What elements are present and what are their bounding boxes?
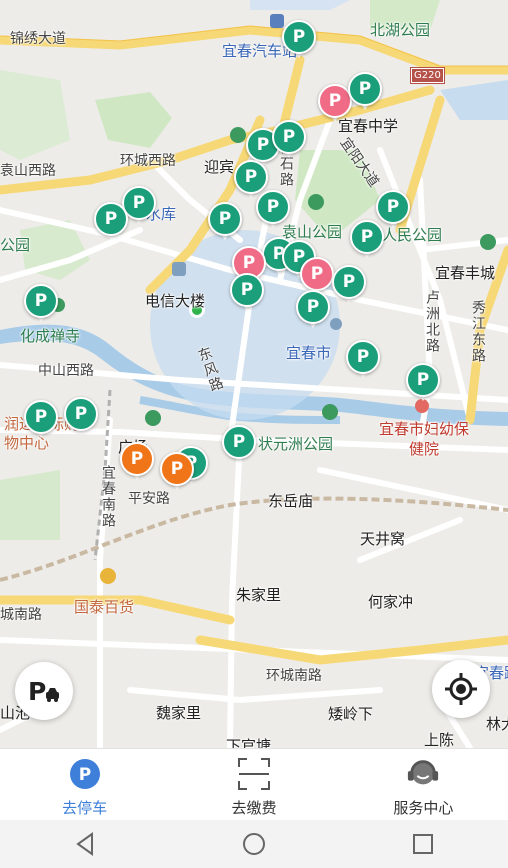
tab-go-parking[interactable]: P 去停车 [0,749,169,820]
label-jinxiu-avenue: 锦绣大道 [10,31,66,47]
parking-marker-green[interactable]: P [348,72,382,112]
tab-service-center[interactable]: 服务中心 [339,749,508,820]
parking-marker-green[interactable]: P [272,120,306,160]
parking-marker-label: P [94,202,128,236]
tab-label: 去缴费 [231,799,277,817]
label-chengnan-rd: 城南路 [0,607,42,623]
parking-marker-label: P [64,397,98,431]
parking-marker-green[interactable]: P [94,202,128,242]
system-nav-bar [0,820,508,868]
label-yingbin: 迎宾 [204,158,235,176]
parking-marker-pink[interactable]: P [318,84,352,124]
parking-marker-green[interactable]: P [350,220,384,260]
label-shangchen: 上陈 [424,731,455,748]
parking-marker-label: P [208,202,242,236]
parking-marker-green[interactable]: P [346,340,380,380]
parking-marker-label: P [282,20,316,54]
label-linda: 林大 [486,715,508,733]
bottom-tab-bar: P 去停车 去缴费 服务中心 [0,748,508,820]
parking-marker-label: P [256,190,290,224]
parking-marker-label: P [332,265,366,299]
parking-marker-green[interactable]: P [332,265,366,305]
label-huancheng-south-rd: 环城南路 [266,668,322,684]
label-xiujiang-east-rd: 秀江东路 [470,300,486,364]
home-circle-icon [242,833,265,855]
nav-home-button[interactable] [224,824,284,864]
parking-marker-label: P [296,290,330,324]
label-park-left: 公园 [0,236,31,254]
svg-text:P: P [78,765,90,785]
label-hejiachong: 何家冲 [368,593,414,611]
label-zhuangyuanzhou-park: 状元洲公园 [258,435,334,453]
parking-marker-green[interactable]: P [24,400,58,440]
parking-marker-label: P [406,363,440,397]
parking-marker-label: P [272,120,306,154]
parking-marker-label: P [376,190,410,224]
label-guotai-store: 国泰百货 [74,598,135,616]
label-luzhou-north-rd: 卢洲北路 [424,290,440,354]
back-triangle-icon [75,832,93,856]
parking-marker-green[interactable]: P [296,290,330,330]
recents-square-icon [413,834,434,854]
label-tianjingwo: 天井窝 [360,530,406,548]
parking-marker-label: P [350,220,384,254]
svg-text:P: P [28,677,46,706]
headset-icon [406,757,440,791]
parking-marker-label: P [120,442,154,476]
label-ailingxia: 矮岭下 [328,705,374,723]
label-maternal-hospital: 宜春市妇幼保健院 [378,420,469,458]
parking-marker-label: P [318,84,352,118]
parking-marker-label: P [346,340,380,374]
label-beihu-park: 北湖公园 [370,21,431,39]
label-yichun-south-rd: 宜春南路 [100,465,116,529]
scan-icon [237,757,271,791]
parking-car-icon: P [28,677,59,706]
parking-marker-label: P [348,72,382,106]
parking-marker-green[interactable]: P [230,273,264,313]
parking-marker-green[interactable]: P [406,363,440,403]
parking-marker-label: P [24,400,58,434]
label-zhongshan-west-rd: 中山西路 [38,363,94,379]
parking-marker-label: P [234,160,268,194]
map-view[interactable]: 锦绣大道 宜春汽车站 北湖公园 G220 宜春中学 袁山西路 环城西路 迎宾 水… [0,0,508,748]
parking-marker-label: P [300,257,334,291]
tab-go-pay[interactable]: 去缴费 [169,749,338,820]
parking-marker-green[interactable]: P [208,202,242,242]
parking-icon: P [68,757,102,791]
nav-recents-button[interactable] [393,824,453,864]
label-g220: G220 [410,67,445,84]
locate-crosshair-icon [445,673,477,705]
parking-mode-button[interactable]: P [15,662,73,720]
parking-marker-label: P [160,452,194,486]
parking-marker-green[interactable]: P [282,20,316,60]
nav-back-button[interactable] [55,824,115,864]
label-zhujiali: 朱家里 [236,586,282,604]
label-huacheng-temple: 化成禅寺 [20,327,81,345]
tab-label: 去停车 [62,799,108,817]
tab-label: 服务中心 [393,799,454,817]
label-xiagongtang: 下官塘 [226,737,272,748]
label-weijiali: 魏家里 [156,704,202,722]
label-huancheng-west-rd: 环城西路 [120,153,176,169]
label-dongyue-temple: 东岳庙 [268,492,314,510]
parking-marker-green[interactable]: P [24,284,58,324]
parking-marker-orange[interactable]: P [160,452,194,492]
parking-marker-green[interactable]: P [222,425,256,465]
label-telecom-building: 电信大楼 [145,292,206,310]
parking-marker-label: P [222,425,256,459]
locate-button[interactable] [432,660,490,718]
parking-marker-green[interactable]: P [64,397,98,437]
label-yichun-city: 宜春市 [286,344,332,362]
parking-marker-orange[interactable]: P [120,442,154,482]
parking-marker-label: P [24,284,58,318]
label-yichun-fengcheng: 宜春丰城 [435,264,496,282]
label-yuanshan-west-rd: 袁山西路 [0,163,56,179]
parking-marker-green[interactable]: P [256,190,290,230]
parking-marker-label: P [230,273,264,307]
